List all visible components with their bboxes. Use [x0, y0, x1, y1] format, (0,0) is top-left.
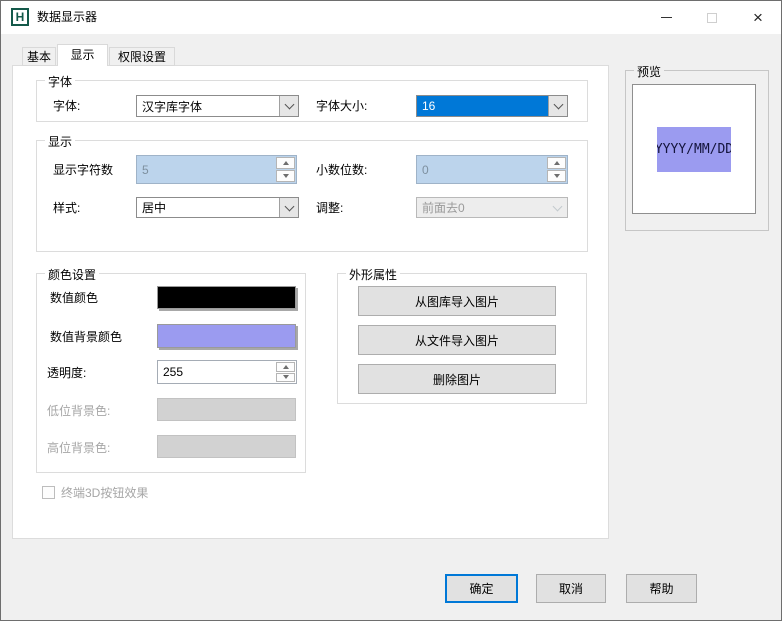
terminal-3d-label: 终端3D按钮效果: [61, 486, 148, 500]
style-value: 居中: [137, 198, 279, 217]
high-bg-color-label: 高位背景色:: [47, 441, 110, 455]
delete-image-button[interactable]: 删除图片: [358, 364, 556, 394]
minimize-icon: [661, 17, 672, 18]
style-select[interactable]: 居中: [136, 197, 299, 218]
decimal-places-spinner: 0: [416, 155, 568, 184]
font-size-label: 字体大小:: [316, 99, 367, 113]
decimal-places-label: 小数位数:: [316, 163, 367, 177]
low-bg-color-label: 低位背景色:: [47, 404, 110, 418]
char-count-value: 5: [137, 156, 275, 183]
chevron-down-icon[interactable]: [279, 96, 298, 116]
import-from-file-button[interactable]: 从文件导入图片: [358, 325, 556, 355]
arrow-up-icon: [276, 157, 295, 169]
import-from-gallery-button[interactable]: 从图库导入图片: [358, 286, 556, 316]
display-group-title: 显示: [45, 133, 75, 150]
style-label: 样式:: [53, 201, 80, 215]
high-bg-color-swatch: [157, 435, 296, 458]
value-color-swatch[interactable]: [157, 286, 296, 309]
arrow-up-icon[interactable]: [276, 362, 295, 372]
close-button[interactable]: ×: [735, 1, 781, 34]
font-group-title: 字体: [45, 73, 75, 90]
ok-button[interactable]: 确定: [445, 574, 518, 603]
preview-text: YYYY/MM/DD: [657, 142, 731, 157]
font-size-select[interactable]: 16: [416, 95, 568, 117]
chevron-down-icon[interactable]: [548, 96, 567, 116]
terminal-3d-checkbox: [42, 486, 55, 499]
titlebar[interactable]: H 数据显示器 ×: [1, 1, 781, 34]
arrow-down-icon: [547, 170, 566, 182]
char-count-spinner: 5: [136, 155, 297, 184]
font-family-label: 字体:: [53, 99, 80, 113]
tab-display[interactable]: 显示: [57, 44, 108, 66]
maximize-button: [689, 1, 735, 34]
opacity-value: 255: [158, 361, 275, 383]
shape-group-title: 外形属性: [346, 266, 400, 283]
chevron-down-icon: [548, 198, 567, 217]
arrow-down-icon[interactable]: [276, 373, 295, 383]
preview-display-element: YYYY/MM/DD: [657, 127, 731, 172]
cancel-button[interactable]: 取消: [536, 574, 606, 603]
chevron-down-icon[interactable]: [279, 198, 298, 217]
adjust-label: 调整:: [316, 201, 343, 215]
preview-group-title: 预览: [634, 63, 664, 80]
arrow-up-icon: [547, 157, 566, 169]
tab-basic[interactable]: 基本: [22, 47, 56, 66]
window-title: 数据显示器: [37, 1, 97, 34]
char-count-label: 显示字符数: [53, 163, 113, 177]
low-bg-color-swatch: [157, 398, 296, 421]
help-button[interactable]: 帮助: [626, 574, 697, 603]
color-group-title: 颜色设置: [45, 266, 99, 283]
font-family-select[interactable]: 汉字库字体: [136, 95, 299, 117]
maximize-icon: [707, 13, 717, 23]
tab-permissions[interactable]: 权限设置: [109, 47, 175, 66]
app-icon: H: [11, 8, 29, 26]
adjust-value: 前面去0: [417, 198, 548, 217]
data-display-dialog: H 数据显示器 × 基本 显示 权限设置 字体 字体: 汉字库字体 字体大小: …: [0, 0, 782, 621]
minimize-button[interactable]: [643, 1, 689, 34]
value-color-label: 数值颜色: [50, 291, 98, 305]
value-bg-color-label: 数值背景颜色: [50, 330, 122, 344]
opacity-spinner[interactable]: 255: [157, 360, 297, 384]
adjust-select: 前面去0: [416, 197, 568, 218]
font-family-value: 汉字库字体: [137, 96, 279, 116]
font-size-value: 16: [417, 96, 548, 116]
arrow-down-icon: [276, 170, 295, 182]
value-bg-color-swatch[interactable]: [157, 324, 296, 348]
opacity-label: 透明度:: [47, 366, 86, 380]
close-icon: ×: [753, 9, 763, 26]
decimal-places-value: 0: [417, 156, 546, 183]
